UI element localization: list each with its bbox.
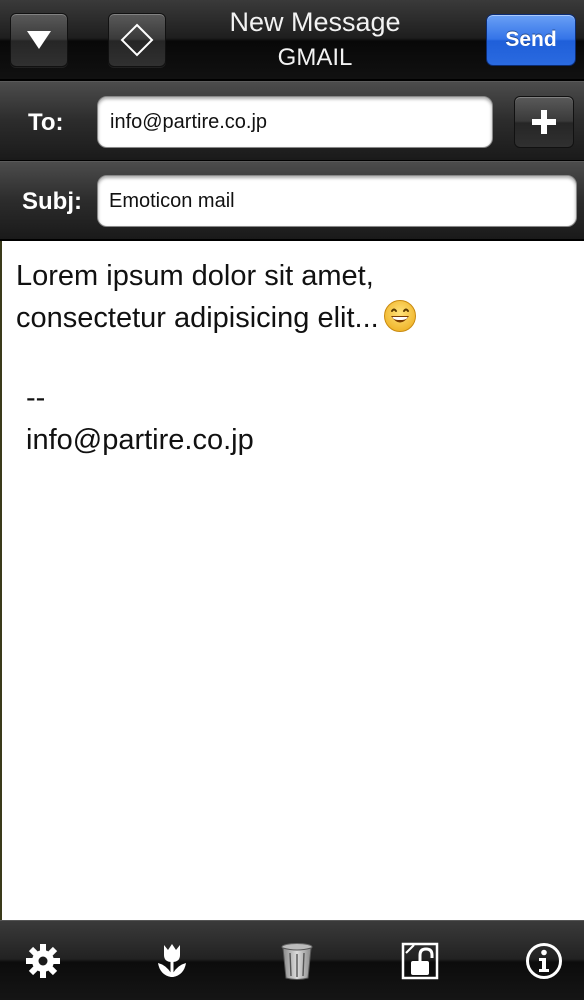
message-line-2-wrap: consectetur adipisicing elit...	[16, 297, 556, 339]
message-line-2: consectetur adipisicing elit...	[16, 302, 379, 334]
to-row: To: info@partire.co.jp	[0, 81, 584, 161]
emoticon-button[interactable]	[150, 939, 194, 983]
triangle-down-icon	[27, 31, 51, 49]
grinning-face-icon	[383, 300, 416, 332]
account-name: GMAIL	[277, 44, 353, 71]
signature-email: info@partire.co.jp	[26, 424, 254, 456]
info-button[interactable]	[522, 939, 566, 983]
lock-button[interactable]	[398, 939, 442, 983]
subject-label: Subj:	[22, 188, 82, 215]
title-block: New Message GMAIL	[180, 4, 450, 76]
signature-separator: --	[26, 382, 46, 414]
message-line-1: Lorem ipsum dolor sit amet,	[16, 260, 374, 292]
subject-row: Subj: Emoticon mail	[0, 161, 584, 240]
bottom-toolbar	[0, 920, 584, 1000]
signature: -- info@partire.co.jp	[26, 377, 254, 461]
to-field[interactable]: info@partire.co.jp	[97, 96, 493, 148]
to-label: To:	[28, 109, 64, 136]
unlock-icon	[401, 942, 439, 980]
trash-icon	[281, 943, 313, 980]
message-body[interactable]: Lorem ipsum dolor sit amet, consectetur …	[0, 241, 584, 920]
settings-button[interactable]	[21, 939, 65, 983]
page-title: New Message	[229, 7, 401, 37]
subject-field[interactable]: Emoticon mail	[97, 175, 577, 227]
gear-icon	[26, 944, 60, 978]
collapse-button[interactable]	[10, 13, 68, 67]
diamond-icon	[120, 23, 154, 57]
delete-button[interactable]	[275, 939, 319, 983]
diamond-button[interactable]	[108, 13, 166, 67]
navigation-bar: New Message GMAIL Send	[0, 0, 584, 80]
send-button[interactable]: Send	[486, 14, 576, 66]
add-recipient-button[interactable]	[514, 96, 574, 148]
info-icon	[526, 943, 562, 979]
plus-icon	[532, 110, 556, 134]
tulip-icon	[158, 944, 186, 977]
message-text: Lorem ipsum dolor sit amet, consectetur …	[16, 255, 556, 339]
